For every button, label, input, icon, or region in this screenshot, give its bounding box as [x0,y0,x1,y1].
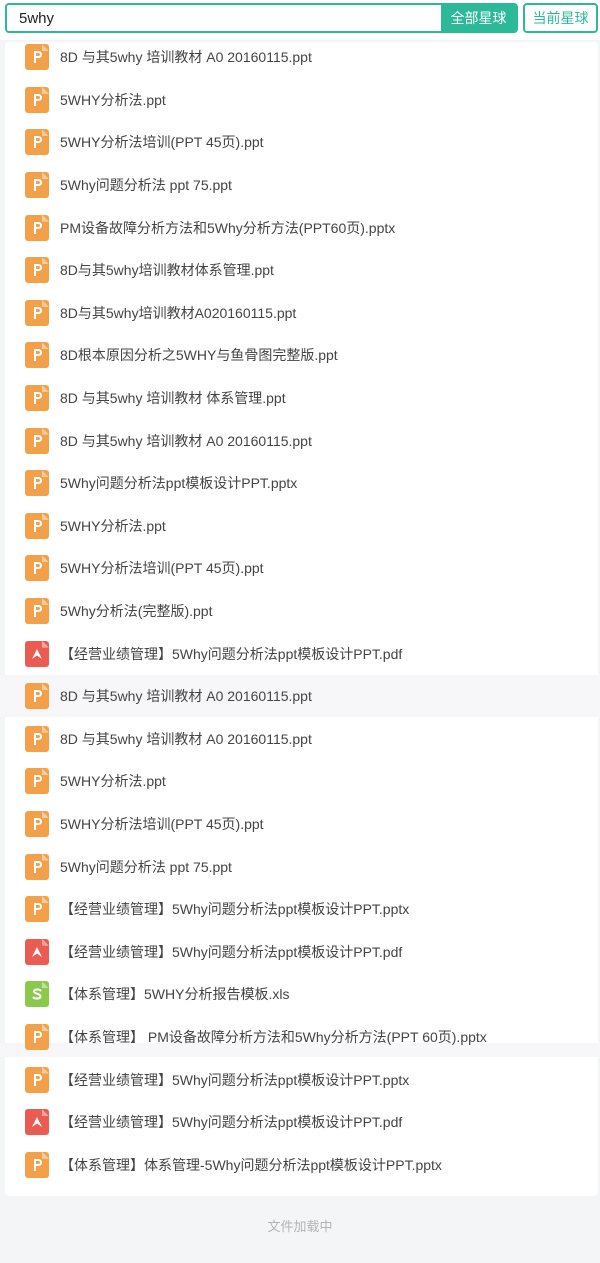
ppt-file-icon [25,214,49,241]
ppt-file-icon [25,853,49,880]
file-name: 【经营业绩管理】5Why问题分析法ppt模板设计PPT.pptx [60,1071,410,1088]
file-row[interactable]: 【经营业绩管理】5Why问题分析法ppt模板设计PPT.pptx [0,1058,600,1101]
file-name: 5WHY分析法培训(PPT 45页).ppt [60,815,264,832]
ppt-file-icon [25,512,49,539]
file-name: 8D 与其5why 培训教材 A0 20160115.ppt [60,688,312,705]
ppt-file-icon [25,768,49,795]
ppt-file-icon [25,299,49,326]
file-name: 5Why问题分析法 ppt 75.ppt [60,177,232,194]
ppt-file-icon [25,683,49,710]
search-bar: 全部星球 当前星球 [0,0,600,40]
ppt-file-icon [25,725,49,752]
file-row[interactable]: 5WHY分析法.ppt [0,505,600,548]
file-name: 5WHY分析法.ppt [60,91,166,108]
file-row[interactable]: 5WHY分析法.ppt [0,760,600,803]
file-row[interactable]: 5Why分析法(完整版).ppt [0,590,600,633]
file-name: 8D 与其5why 培训教材 体系管理.ppt [60,390,286,407]
file-row[interactable]: 【体系管理】5WHY分析报告模板.xls [0,973,600,1016]
file-row[interactable]: 8D 与其5why 培训教材 体系管理.ppt [0,377,600,420]
file-name: 【经营业绩管理】5Why问题分析法ppt模板设计PPT.pdf [60,645,403,662]
ppt-file-icon [25,1023,49,1050]
file-name: 5Why问题分析法ppt模板设计PPT.pptx [60,475,298,492]
ppt-file-icon [25,555,49,582]
file-row[interactable]: 5Why问题分析法ppt模板设计PPT.pptx [0,462,600,505]
file-name: 8D 与其5why 培训教材 A0 20160115.ppt [60,432,312,449]
file-name: 8D 与其5why 培训教材 A0 20160115.ppt [60,49,312,66]
file-name: 【体系管理】 PM设备故障分析方法和5Why分析方法(PPT 60页).pptx [60,1028,487,1045]
xls-file-icon [25,981,49,1008]
ppt-file-icon [25,1151,49,1178]
ppt-file-icon [25,129,49,156]
ppt-file-icon [25,44,49,71]
file-name: 8D与其5why培训教材A020160115.ppt [60,304,297,321]
file-name: 【经营业绩管理】5Why问题分析法ppt模板设计PPT.pptx [60,901,410,918]
pdf-file-icon [25,640,49,667]
file-name: 5Why问题分析法 ppt 75.ppt [60,858,232,875]
file-row[interactable]: 【经营业绩管理】5Why问题分析法ppt模板设计PPT.pdf [0,930,600,973]
search-current-planet-button[interactable]: 当前星球 [523,3,598,33]
file-row[interactable]: 8D 与其5why 培训教材 A0 20160115.ppt [0,718,600,761]
file-row[interactable]: 5WHY分析法.ppt [0,79,600,122]
file-name: 【经营业绩管理】5Why问题分析法ppt模板设计PPT.pdf [60,943,403,960]
file-name: 5WHY分析法培训(PPT 45页).ppt [60,134,264,151]
file-name: PM设备故障分析方法和5Why分析方法(PPT60页).pptx [60,219,396,236]
file-row[interactable]: 8D 与其5why 培训教材 A0 20160115.ppt [0,675,600,718]
search-input[interactable] [7,5,445,31]
file-row[interactable]: 8D 与其5why 培训教材 A0 20160115.ppt [0,419,600,462]
pdf-file-icon [25,938,49,965]
file-row[interactable]: 5Why问题分析法 ppt 75.ppt [0,845,600,888]
file-name: 5WHY分析法.ppt [60,773,166,790]
search-box: 全部星球 [5,3,518,33]
file-row[interactable]: 5WHY分析法培训(PPT 45页).ppt [0,121,600,164]
pdf-file-icon [25,1109,49,1136]
ppt-file-icon [25,896,49,923]
file-row[interactable]: 【体系管理】 PM设备故障分析方法和5Why分析方法(PPT 60页).pptx [0,1016,600,1059]
search-all-planets-button[interactable]: 全部星球 [441,5,516,31]
file-name: 8D 与其5why 培训教材 A0 20160115.ppt [60,730,312,747]
file-row[interactable]: PM设备故障分析方法和5Why分析方法(PPT60页).pptx [0,206,600,249]
ppt-file-icon [25,470,49,497]
ppt-file-icon [25,385,49,412]
ppt-file-icon [25,427,49,454]
file-row[interactable]: 【经营业绩管理】5Why问题分析法ppt模板设计PPT.pdf [0,1101,600,1144]
file-row[interactable]: 5WHY分析法培训(PPT 45页).ppt [0,547,600,590]
file-name: 【体系管理】5WHY分析报告模板.xls [60,986,290,1003]
file-name: 5WHY分析法.ppt [60,517,166,534]
file-row[interactable]: 8D 与其5why 培训教材 A0 20160115.ppt [0,36,600,79]
file-name: 5WHY分析法培训(PPT 45页).ppt [60,560,264,577]
file-name: 【经营业绩管理】5Why问题分析法ppt模板设计PPT.pdf [60,1114,403,1131]
file-row[interactable]: 【经营业绩管理】5Why问题分析法ppt模板设计PPT.pdf [0,632,600,675]
ppt-file-icon [25,1066,49,1093]
file-list: 8D 与其5why 培训教材 A0 20160115.ppt 5WHY分析法.pp… [0,36,600,1186]
ppt-file-icon [25,257,49,284]
file-row[interactable]: 5Why问题分析法 ppt 75.ppt [0,164,600,207]
file-row[interactable]: 8D与其5why培训教材体系管理.ppt [0,249,600,292]
ppt-file-icon [25,810,49,837]
file-name: 8D与其5why培训教材体系管理.ppt [60,262,274,279]
ppt-file-icon [25,342,49,369]
file-row[interactable]: 【经营业绩管理】5Why问题分析法ppt模板设计PPT.pptx [0,888,600,931]
file-row[interactable]: 【体系管理】体系管理-5Why问题分析法ppt模板设计PPT.pptx [0,1143,600,1186]
loading-indicator: 文件加载中 [267,1219,333,1234]
file-name: 5Why分析法(完整版).ppt [60,603,213,620]
file-name: 【体系管理】体系管理-5Why问题分析法ppt模板设计PPT.pptx [60,1156,442,1173]
ppt-file-icon [25,172,49,199]
file-row[interactable]: 5WHY分析法培训(PPT 45页).ppt [0,803,600,846]
file-name: 8D根本原因分析之5WHY与鱼骨图完整版.ppt [60,347,338,364]
file-row[interactable]: 8D根本原因分析之5WHY与鱼骨图完整版.ppt [0,334,600,377]
ppt-file-icon [25,86,49,113]
ppt-file-icon [25,598,49,625]
file-row[interactable]: 8D与其5why培训教材A020160115.ppt [0,292,600,335]
